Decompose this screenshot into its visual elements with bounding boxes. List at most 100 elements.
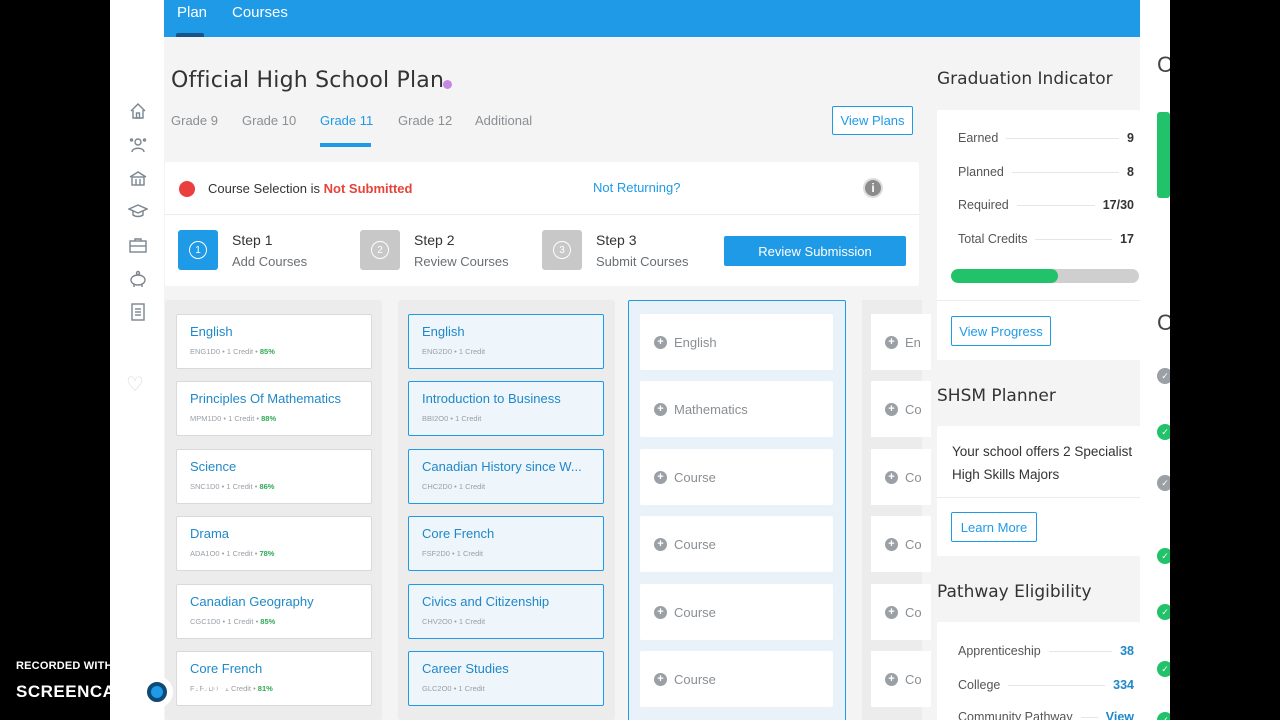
home-icon[interactable]: [127, 100, 149, 122]
slot-label: En: [905, 334, 921, 350]
view-plans-button[interactable]: View Plans: [832, 106, 913, 135]
course-meta: CHV2O0 • 1 Credit: [422, 617, 590, 626]
add-icon: +: [654, 402, 667, 416]
add-course-slot[interactable]: + English: [640, 314, 833, 370]
stat-planned: Planned 8: [958, 165, 1134, 179]
review-submission-button[interactable]: Review Submission: [724, 236, 906, 266]
slot-label: Co: [905, 401, 922, 417]
course-card[interactable]: Drama ADA1O0 • 1 Credit • 78%: [176, 516, 372, 571]
learn-more-button[interactable]: Learn More: [951, 512, 1037, 542]
add-course-slot[interactable]: + Course: [640, 651, 833, 707]
step-3-number: 3: [553, 241, 571, 259]
status-state: Not Submitted: [323, 181, 413, 196]
course-card[interactable]: Science SNC1D0 • 1 Credit • 86%: [176, 449, 372, 504]
graduation-cap-icon[interactable]: [127, 200, 149, 222]
panel-divider: [937, 300, 1140, 301]
page-title: Official High School Plan: [171, 68, 445, 93]
add-course-slot[interactable]: + Mathematics: [640, 381, 833, 437]
course-card[interactable]: English ENG2D0 • 1 Credit: [408, 314, 604, 369]
meta-separator: •: [452, 482, 459, 491]
course-credit: 1 Credit: [458, 482, 486, 491]
add-course-slot[interactable]: + Co: [871, 651, 931, 707]
people-icon[interactable]: [127, 134, 149, 156]
step-1-badge: 1: [178, 230, 218, 270]
not-returning-link[interactable]: Not Returning?: [593, 180, 680, 195]
heart-icon[interactable]: ♡: [126, 372, 144, 397]
step-3-subtitle: Submit Courses: [596, 254, 689, 269]
add-course-slot[interactable]: + En: [871, 314, 931, 370]
slot-label: Co: [905, 671, 922, 687]
course-code: ENG1D0: [190, 347, 221, 356]
shsm-description: Your school offers 2 Specialist High Ski…: [952, 444, 1133, 482]
course-credit: 1 Credit: [226, 549, 253, 558]
stat-label: Earned: [958, 131, 999, 145]
school-icon[interactable]: [127, 167, 149, 189]
course-card[interactable]: Principles Of Mathematics MPM1D0 • 1 Cred…: [176, 381, 372, 436]
course-name: Civics and Citizenship: [422, 594, 550, 609]
watermark-text-b: MATIC: [176, 682, 232, 701]
add-course-slot[interactable]: + Co: [871, 584, 931, 640]
nav-plan[interactable]: Plan: [177, 4, 207, 21]
add-course-slot[interactable]: + Co: [871, 449, 931, 505]
course-card[interactable]: English ENG1D0 • 1 Credit • 85%: [176, 314, 372, 369]
course-name: Drama: [190, 526, 230, 541]
stat-earned: Earned 9: [958, 131, 1134, 145]
course-credit: 1 Credit: [227, 617, 254, 626]
step-2-subtitle: Review Courses: [414, 254, 509, 269]
add-course-slot[interactable]: + Course: [640, 449, 833, 505]
tab-additional[interactable]: Additional: [475, 113, 532, 128]
course-selection-status: Course Selection is Not Submitted: [208, 181, 412, 196]
meta-separator: •: [220, 347, 227, 356]
add-course-slot[interactable]: + Co: [871, 381, 931, 437]
top-navigation: Plan Courses: [164, 0, 1140, 37]
tab-grade-11[interactable]: Grade 11: [320, 113, 373, 128]
document-icon[interactable]: [127, 301, 149, 323]
piggy-bank-icon[interactable]: [127, 268, 149, 290]
edge-status-icon: ✓: [1157, 475, 1170, 491]
course-code: ADA1O0: [190, 549, 220, 558]
pathway-value[interactable]: 334: [1113, 678, 1134, 692]
briefcase-icon[interactable]: [127, 234, 149, 256]
course-card[interactable]: Introduction to Business BBI2O0 • 1 Credi…: [408, 381, 604, 436]
meta-separator: •: [251, 684, 258, 693]
course-code: ENG2D0: [422, 347, 453, 356]
app-window: ♡ Plan Courses Official High School Plan…: [110, 0, 1170, 720]
pathway-value[interactable]: 38: [1120, 644, 1134, 658]
course-card[interactable]: Canadian History since W... CHC2D0 • 1 Cr…: [408, 449, 604, 504]
course-meta: MPM1D0 • 1 Credit • 88%: [190, 414, 358, 423]
add-course-slot[interactable]: + Course: [640, 516, 833, 572]
add-course-slot[interactable]: + Co: [871, 516, 931, 572]
nav-courses[interactable]: Courses: [232, 4, 288, 21]
tab-grade-9[interactable]: Grade 9: [171, 113, 218, 128]
course-grade: 86%: [259, 482, 275, 491]
pathway-panel: [937, 622, 1140, 720]
stat-label: Required: [958, 198, 1009, 212]
stat-value: 17/30: [1102, 198, 1134, 212]
slot-label: English: [674, 334, 717, 350]
pathway-label: College: [958, 678, 1001, 692]
course-code: SNC1D0: [190, 482, 220, 491]
pathway-label: Community Pathway: [958, 710, 1073, 720]
step-3-badge: 3: [542, 230, 582, 270]
tab-grade-10[interactable]: Grade 10: [242, 113, 296, 128]
course-card[interactable]: Career Studies GLC2O0 • 1 Credit: [408, 651, 604, 706]
course-credit: 1 Credit: [458, 347, 486, 356]
add-icon: +: [654, 335, 667, 349]
edge-check-icon: ✓: [1157, 604, 1170, 620]
add-course-slot[interactable]: + Course: [640, 584, 833, 640]
card-divider: [165, 214, 919, 215]
tab-grade-12[interactable]: Grade 12: [398, 113, 452, 128]
course-credit: 1 Credit: [455, 414, 482, 423]
screencast-watermark: RECORDED WITH SCREENCAST MATIC: [16, 660, 231, 708]
course-card[interactable]: Civics and Citizenship CHV2O0 • 1 Credit: [408, 584, 604, 639]
course-card[interactable]: Canadian Geography CGC1D0 • 1 Credit • 85…: [176, 584, 372, 639]
pathway-community: Community Pathway View: [958, 710, 1134, 720]
edge-check-icon: ✓: [1157, 712, 1170, 720]
course-grade: 85%: [259, 347, 275, 356]
add-icon: +: [885, 672, 898, 686]
view-progress-button[interactable]: View Progress: [951, 316, 1051, 346]
course-card[interactable]: Core French FSF2D0 • 1 Credit: [408, 516, 604, 571]
edge-heading-partial: C: [1157, 52, 1170, 77]
info-icon[interactable]: i: [863, 178, 883, 198]
pathway-value[interactable]: View: [1106, 710, 1134, 720]
